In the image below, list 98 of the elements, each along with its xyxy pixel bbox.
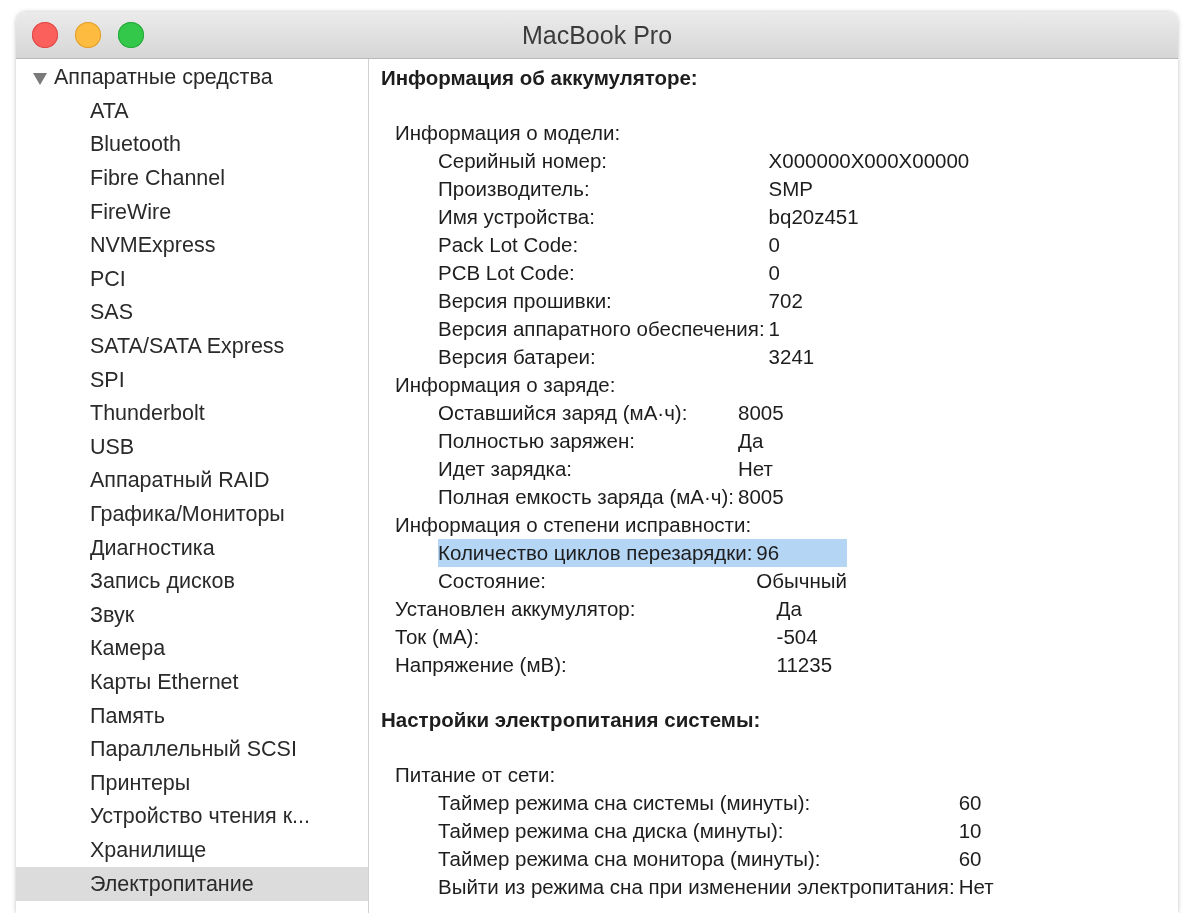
section-title: Настройки электропитания системы: (381, 707, 762, 733)
sidebar-item[interactable]: ATA (16, 94, 368, 129)
field-label: Выйти из режима сна при изменении электропитания: (438, 875, 955, 899)
info-row[interactable]: Информация о модели: (395, 119, 970, 147)
field-label: Напряжение (мВ): (395, 653, 568, 677)
zoom-button[interactable] (118, 22, 144, 48)
info-row[interactable]: Напряжение (мВ): 11235 (395, 651, 970, 679)
sidebar-item[interactable]: Запись дисков (16, 564, 368, 599)
field-value: 60 (958, 791, 983, 815)
sidebar-item[interactable]: Аппаратные средства (16, 61, 368, 95)
sidebar-item[interactable]: Графика/Мониторы (16, 497, 368, 532)
sidebar-item[interactable]: SPI (16, 363, 368, 397)
info-row[interactable]: Версия батареи: 3241 (438, 343, 970, 371)
field-value: Да (738, 429, 765, 453)
field-label: Полностью заряжен: (438, 429, 636, 453)
field-label: Версия прошивки: (438, 289, 613, 313)
field-label: Производитель: (438, 177, 591, 201)
sidebar-item[interactable]: SATA/SATA Express (16, 329, 368, 364)
sidebar-item[interactable]: NVMExpress (16, 228, 368, 263)
field-label: Количество циклов перезарядки: (438, 541, 753, 565)
sidebar-item[interactable]: PCI (16, 262, 368, 297)
info-row[interactable]: PCB Lot Code: 0 (438, 259, 970, 287)
field-label: Установлен аккумулятор: (395, 597, 637, 621)
sidebar-item[interactable]: Принтеры (16, 766, 368, 801)
info-row[interactable]: Ток (мА): -504 (395, 623, 970, 651)
sidebar-item[interactable]: Thunderbolt (16, 396, 368, 431)
field-value: 702 (768, 289, 804, 313)
sidebar-item[interactable]: USB (16, 430, 368, 465)
field-value: Нет (738, 457, 774, 481)
field-value: 8005 (738, 485, 784, 509)
field-label: Серийный номер: (438, 149, 609, 173)
field-value: 96 (756, 541, 781, 565)
info-row[interactable]: Версия аппаратного обеспечения: 1 (438, 315, 970, 343)
sidebar-item[interactable]: Карты Ethernet (16, 665, 368, 700)
info-row[interactable]: Полностью заряжен: Да (438, 427, 784, 455)
sidebar-item[interactable]: Fibre Channel (16, 161, 368, 196)
field-label: Версия аппаратного обеспечения: (438, 317, 765, 341)
sidebar-item[interactable]: FireWire (16, 195, 368, 229)
sidebar-item[interactable]: Параллельный SCSI (16, 732, 368, 767)
info-row[interactable]: Информация о степени исправности: (395, 511, 970, 539)
minimize-button[interactable] (75, 22, 101, 48)
info-row[interactable]: Версия прошивки: 702 (438, 287, 970, 315)
field-value: 1 (768, 317, 781, 341)
sidebar-item[interactable]: Аппаратный RAID (16, 464, 368, 498)
field-value: SMP (768, 177, 815, 201)
field-label: Идет зарядка: (438, 457, 574, 481)
info-row[interactable]: Оставшийся заряд (мА·ч): 8005 (438, 399, 784, 427)
sidebar-item[interactable]: Камера (16, 632, 368, 666)
field-label: PCB Lot Code: (438, 261, 576, 285)
field-value: -504 (776, 625, 819, 649)
field-label: Версия батареи: (438, 345, 597, 369)
info-row[interactable]: Серийный номер: X000000X000X00000 (438, 147, 970, 175)
close-button[interactable] (32, 22, 58, 48)
sidebar-item[interactable]: Память (16, 699, 368, 733)
info-row[interactable]: Количество циклов перезарядки: 96 (438, 539, 847, 567)
field-value: 0 (768, 261, 781, 285)
field-label: Таймер режима сна системы (минуты): (438, 791, 812, 815)
field-label: Состояние: (438, 569, 547, 593)
field-label: Таймер режима сна монитора (минуты): (438, 847, 822, 871)
sidebar-item[interactable]: Звук (16, 598, 368, 633)
field-label: Таймер режима сна диска (минуты): (438, 819, 785, 843)
info-row[interactable]: Имя устройства: bq20z451 (438, 203, 970, 231)
field-label: Полная емкость заряда (мА·ч): (438, 485, 735, 509)
field-value: 8005 (738, 401, 784, 425)
field-value: 60 (958, 847, 983, 871)
field-value: bq20z451 (768, 205, 860, 229)
field-label: Имя устройства: (438, 205, 596, 229)
info-row[interactable]: Полная емкость заряда (мА·ч): 8005 (438, 483, 784, 511)
info-row[interactable]: Состояние: Обычный (438, 567, 847, 595)
sidebar-item[interactable]: Хранилище (16, 833, 368, 868)
info-row[interactable]: Pack Lot Code: 0 (438, 231, 970, 259)
field-value: 3241 (768, 345, 816, 369)
window-title: MacBook Pro (521, 20, 673, 50)
sidebar-item[interactable]: Диагностика (16, 531, 368, 565)
field-value: 10 (958, 819, 983, 843)
info-row[interactable]: Установлен аккумулятор: Да (395, 595, 970, 623)
info-row[interactable]: Выйти из режима сна при изменении электропитания: Нет (438, 873, 994, 901)
field-value: X000000X000X00000 (768, 149, 970, 173)
info-row[interactable]: Таймер режима сна монитора (минуты): 60 (438, 845, 994, 873)
info-row[interactable]: Производитель: SMP (438, 175, 970, 203)
field-value: 0 (768, 233, 781, 257)
field-label: Оставшийся заряд (мА·ч): (438, 401, 689, 425)
field-value: 11235 (776, 653, 834, 677)
sidebar-item[interactable]: SAS (16, 296, 368, 330)
sidebar-item[interactable]: Bluetooth (16, 128, 368, 162)
field-value: Обычный (756, 569, 847, 593)
info-row[interactable]: Таймер режима сна диска (минуты): 10 (438, 817, 994, 845)
info-row[interactable]: Таймер режима сна системы (минуты): 60 (438, 789, 994, 817)
section-title: Информация об аккумуляторе: (381, 65, 699, 91)
info-row[interactable]: Идет зарядка: Нет (438, 455, 784, 483)
field-value: Да (776, 597, 803, 621)
info-row[interactable]: Информация о заряде: (395, 371, 970, 399)
field-value: Нет (958, 875, 994, 899)
info-row[interactable]: Питание от сети: (395, 761, 994, 789)
sidebar-item[interactable]: Электропитание (16, 867, 368, 901)
field-label: Pack Lot Code: (438, 233, 580, 257)
sidebar-item[interactable]: Устройство чтения к... (16, 800, 368, 834)
field-label: Ток (мА): (395, 625, 481, 649)
